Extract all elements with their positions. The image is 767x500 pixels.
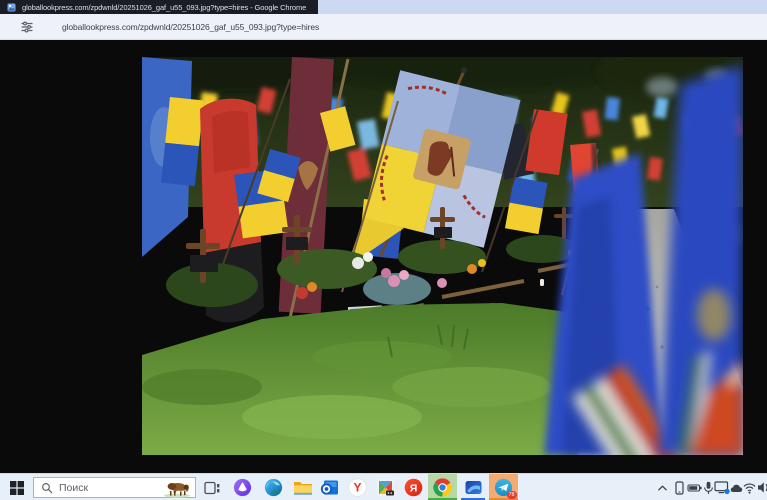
cast-display-icon	[714, 480, 730, 495]
cemetery-photo[interactable]	[142, 57, 743, 455]
taskbar-app-telegram[interactable]: 78	[490, 474, 516, 500]
cortana-icon	[233, 478, 252, 497]
window-titlebar: globallookpress.com/zpdwnld/20251026_gaf…	[0, 0, 767, 14]
taskbar-app-cortana[interactable]	[229, 474, 255, 500]
taskbar-search-input[interactable]: Поиск	[33, 477, 196, 498]
url-text[interactable]: globallookpress.com/zpdwnld/20251026_gaf…	[62, 22, 319, 32]
taskbar-app-yandex-search[interactable]: Y	[344, 474, 370, 500]
chevron-up-icon	[657, 483, 668, 493]
photos-icon	[376, 478, 395, 497]
svg-text:Я: Я	[409, 482, 417, 494]
battery-icon	[687, 482, 702, 494]
yandex-browser-icon: Я	[404, 478, 423, 497]
taskbar-app-file-explorer[interactable]	[290, 474, 316, 500]
file-explorer-icon	[293, 479, 313, 496]
window-title-strip: globallookpress.com/zpdwnld/20251026_gaf…	[0, 0, 318, 14]
tray-phone-link[interactable]	[671, 474, 687, 500]
yandex-search-icon: Y	[348, 478, 367, 497]
telegram-badge: 78	[507, 491, 517, 499]
search-icon	[41, 482, 53, 494]
wifi-icon	[743, 482, 756, 494]
edge-icon	[264, 478, 283, 497]
mail-blue-icon	[464, 478, 483, 497]
address-bar[interactable]: globallookpress.com/zpdwnld/20251026_gaf…	[0, 14, 767, 40]
tune-icon[interactable]	[21, 21, 33, 33]
tray-wifi[interactable]	[742, 474, 757, 500]
bison-picture-icon[interactable]	[161, 479, 193, 498]
window-title: globallookpress.com/zpdwnld/20251026_gaf…	[22, 3, 306, 12]
image-favicon-icon	[7, 3, 16, 12]
search-placeholder: Поиск	[59, 482, 88, 494]
taskbar-app-chrome[interactable]	[429, 474, 455, 500]
taskbar-app-photos[interactable]	[372, 474, 398, 500]
svg-text:Y: Y	[353, 481, 361, 495]
chrome-icon	[433, 478, 452, 497]
windows-start-icon	[10, 481, 24, 495]
taskbar-app-edge[interactable]	[260, 474, 286, 500]
volume-icon	[757, 481, 767, 494]
microphone-icon	[703, 481, 714, 495]
outlook-icon	[320, 478, 339, 497]
tray-chevron-up[interactable]	[654, 474, 670, 500]
windows-taskbar: Поиск	[0, 473, 767, 500]
start-button[interactable]	[6, 474, 28, 500]
taskbar-app-outlook[interactable]	[316, 474, 342, 500]
task-view-button[interactable]	[201, 474, 223, 500]
task-view-icon	[204, 481, 220, 495]
tray-volume[interactable]	[756, 474, 767, 500]
image-viewer-canvas	[0, 40, 767, 473]
phone-icon	[674, 481, 685, 495]
taskbar-app-yandex-browser[interactable]: Я	[400, 474, 426, 500]
taskbar-app-mail-blue[interactable]	[460, 474, 486, 500]
